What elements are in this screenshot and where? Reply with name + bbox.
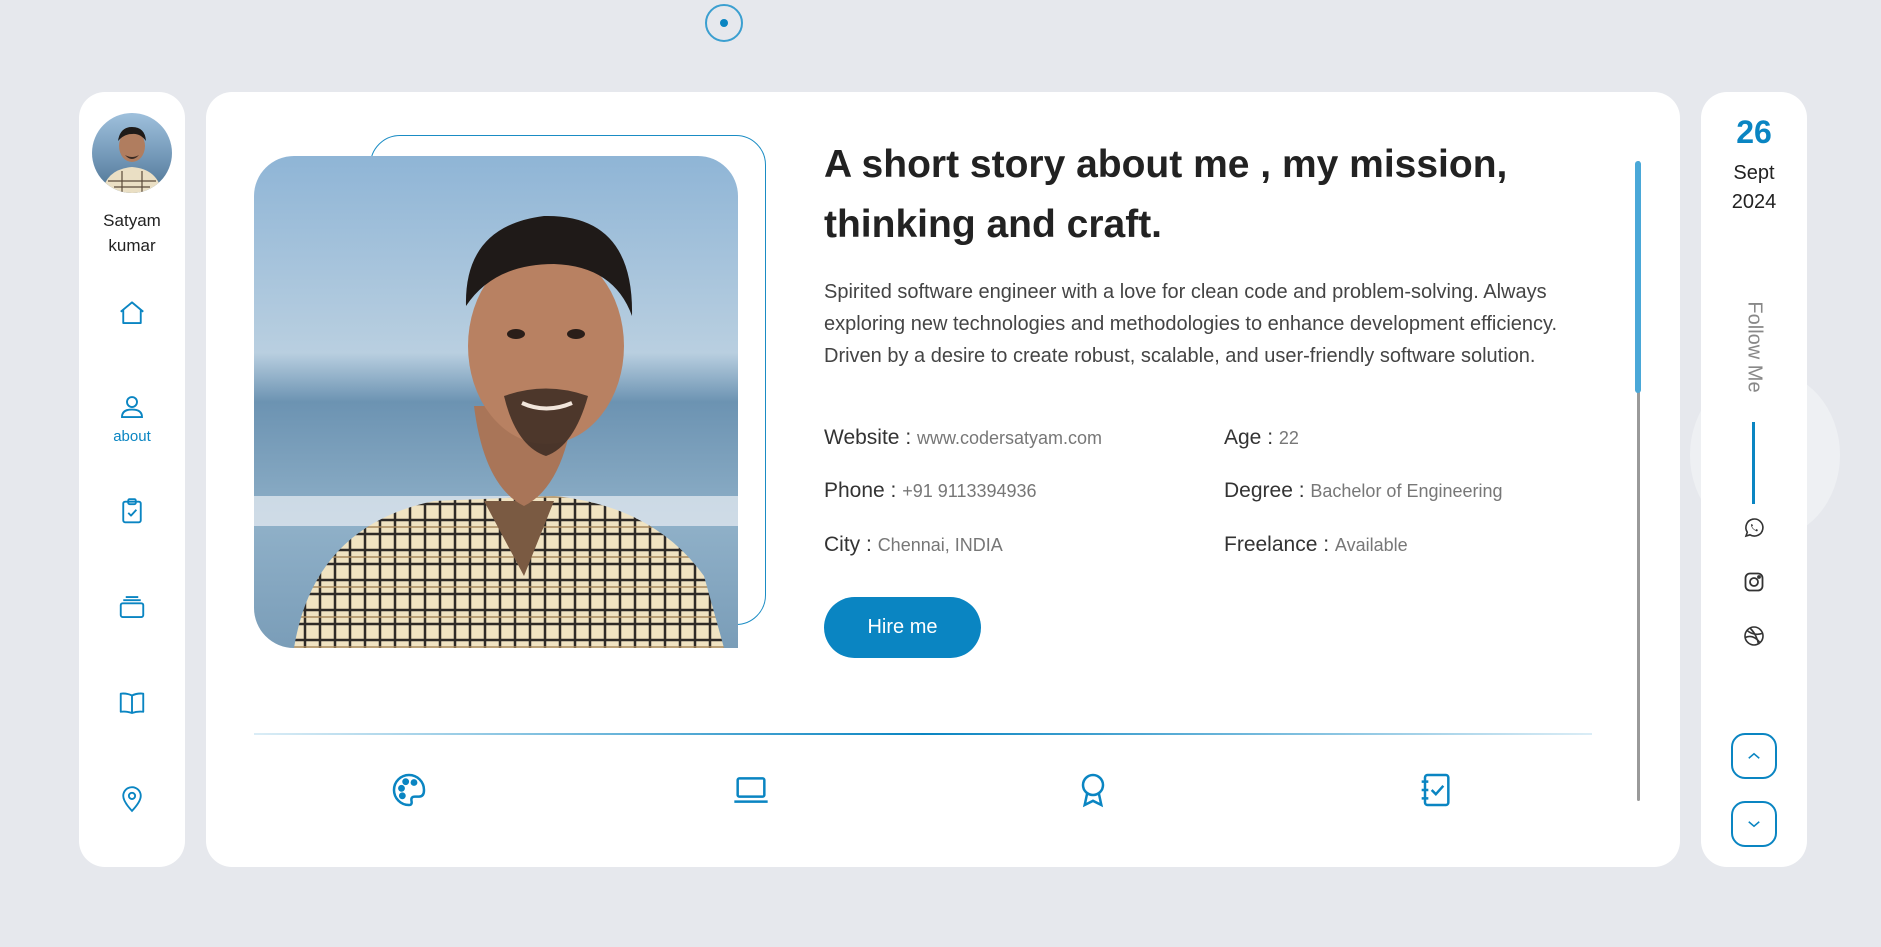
nav-item-about[interactable]: about bbox=[79, 392, 185, 445]
scroll-down-button[interactable] bbox=[1731, 801, 1777, 847]
home-icon bbox=[120, 301, 144, 324]
info-freelance: Freelance : Available bbox=[1224, 533, 1408, 557]
date-day: 26 bbox=[1736, 114, 1772, 150]
profile-name: Satyam kumar bbox=[103, 211, 161, 255]
nav-item-portfolio[interactable] bbox=[79, 592, 185, 622]
scroll-indicator-dot[interactable] bbox=[705, 4, 743, 42]
section-divider bbox=[254, 733, 1592, 735]
award-icon[interactable] bbox=[1073, 770, 1113, 810]
info-label: Freelance : bbox=[1224, 533, 1330, 556]
book-icon bbox=[119, 692, 145, 714]
whatsapp-icon[interactable] bbox=[1742, 516, 1766, 540]
info-value: www.codersatyam.com bbox=[917, 428, 1103, 448]
about-card: A short story about me , my mission, thi… bbox=[206, 92, 1680, 867]
dribbble-icon[interactable] bbox=[1742, 624, 1766, 648]
right-sidebar: 26 Sept 2024 Follow Me bbox=[1701, 92, 1807, 867]
layers-icon bbox=[119, 596, 145, 618]
info-value: Bachelor of Engineering bbox=[1310, 481, 1503, 501]
info-value: Chennai, INDIA bbox=[877, 535, 1003, 555]
laptop-icon[interactable] bbox=[731, 770, 771, 810]
info-label: Degree : bbox=[1224, 479, 1305, 502]
date-year: 2024 bbox=[1731, 191, 1777, 213]
nav-item-resume[interactable] bbox=[79, 496, 185, 526]
follow-line bbox=[1752, 422, 1755, 504]
nav-label-about: about bbox=[113, 428, 151, 445]
avatar bbox=[92, 113, 172, 193]
info-value: +91 9113394936 bbox=[902, 481, 1037, 501]
date-month: Sept bbox=[1733, 162, 1775, 184]
info-age: Age : 22 bbox=[1224, 426, 1299, 450]
nav-item-contact[interactable] bbox=[79, 784, 185, 814]
nav-item-blog[interactable] bbox=[79, 688, 185, 718]
info-phone: Phone : +91 9113394936 bbox=[824, 479, 1037, 503]
info-label: Phone : bbox=[824, 479, 897, 502]
info-value: 22 bbox=[1278, 428, 1299, 448]
info-website: Website : www.codersatyam.com bbox=[824, 426, 1102, 450]
user-icon bbox=[121, 396, 143, 418]
clipboard-check-icon bbox=[122, 498, 142, 524]
notebook-check-icon[interactable] bbox=[1415, 770, 1455, 810]
info-label: Website : bbox=[824, 426, 912, 449]
profile-photo bbox=[254, 156, 738, 648]
info-degree: Degree : Bachelor of Engineering bbox=[1224, 479, 1503, 503]
info-value: Available bbox=[1334, 535, 1408, 555]
instagram-icon[interactable] bbox=[1742, 570, 1766, 594]
palette-icon[interactable] bbox=[389, 770, 429, 810]
follow-me-label: Follow Me bbox=[1743, 301, 1766, 393]
scrollbar-thumb[interactable] bbox=[1635, 161, 1641, 393]
scroll-up-button[interactable] bbox=[1731, 733, 1777, 779]
info-label: Age : bbox=[1224, 426, 1274, 449]
about-bio: Spirited software engineer with a love f… bbox=[824, 281, 1558, 367]
chevron-up-icon bbox=[1748, 752, 1760, 759]
about-headline: A short story about me , my mission, thi… bbox=[824, 143, 1508, 246]
hire-me-button[interactable]: Hire me bbox=[824, 597, 981, 658]
info-city: City : Chennai, INDIA bbox=[824, 533, 1003, 557]
chevron-down-icon bbox=[1748, 821, 1760, 828]
info-label: City : bbox=[824, 533, 872, 556]
map-pin-icon bbox=[122, 786, 142, 813]
left-sidebar: Satyam kumar about bbox=[79, 92, 185, 867]
nav-item-home[interactable] bbox=[79, 298, 185, 328]
